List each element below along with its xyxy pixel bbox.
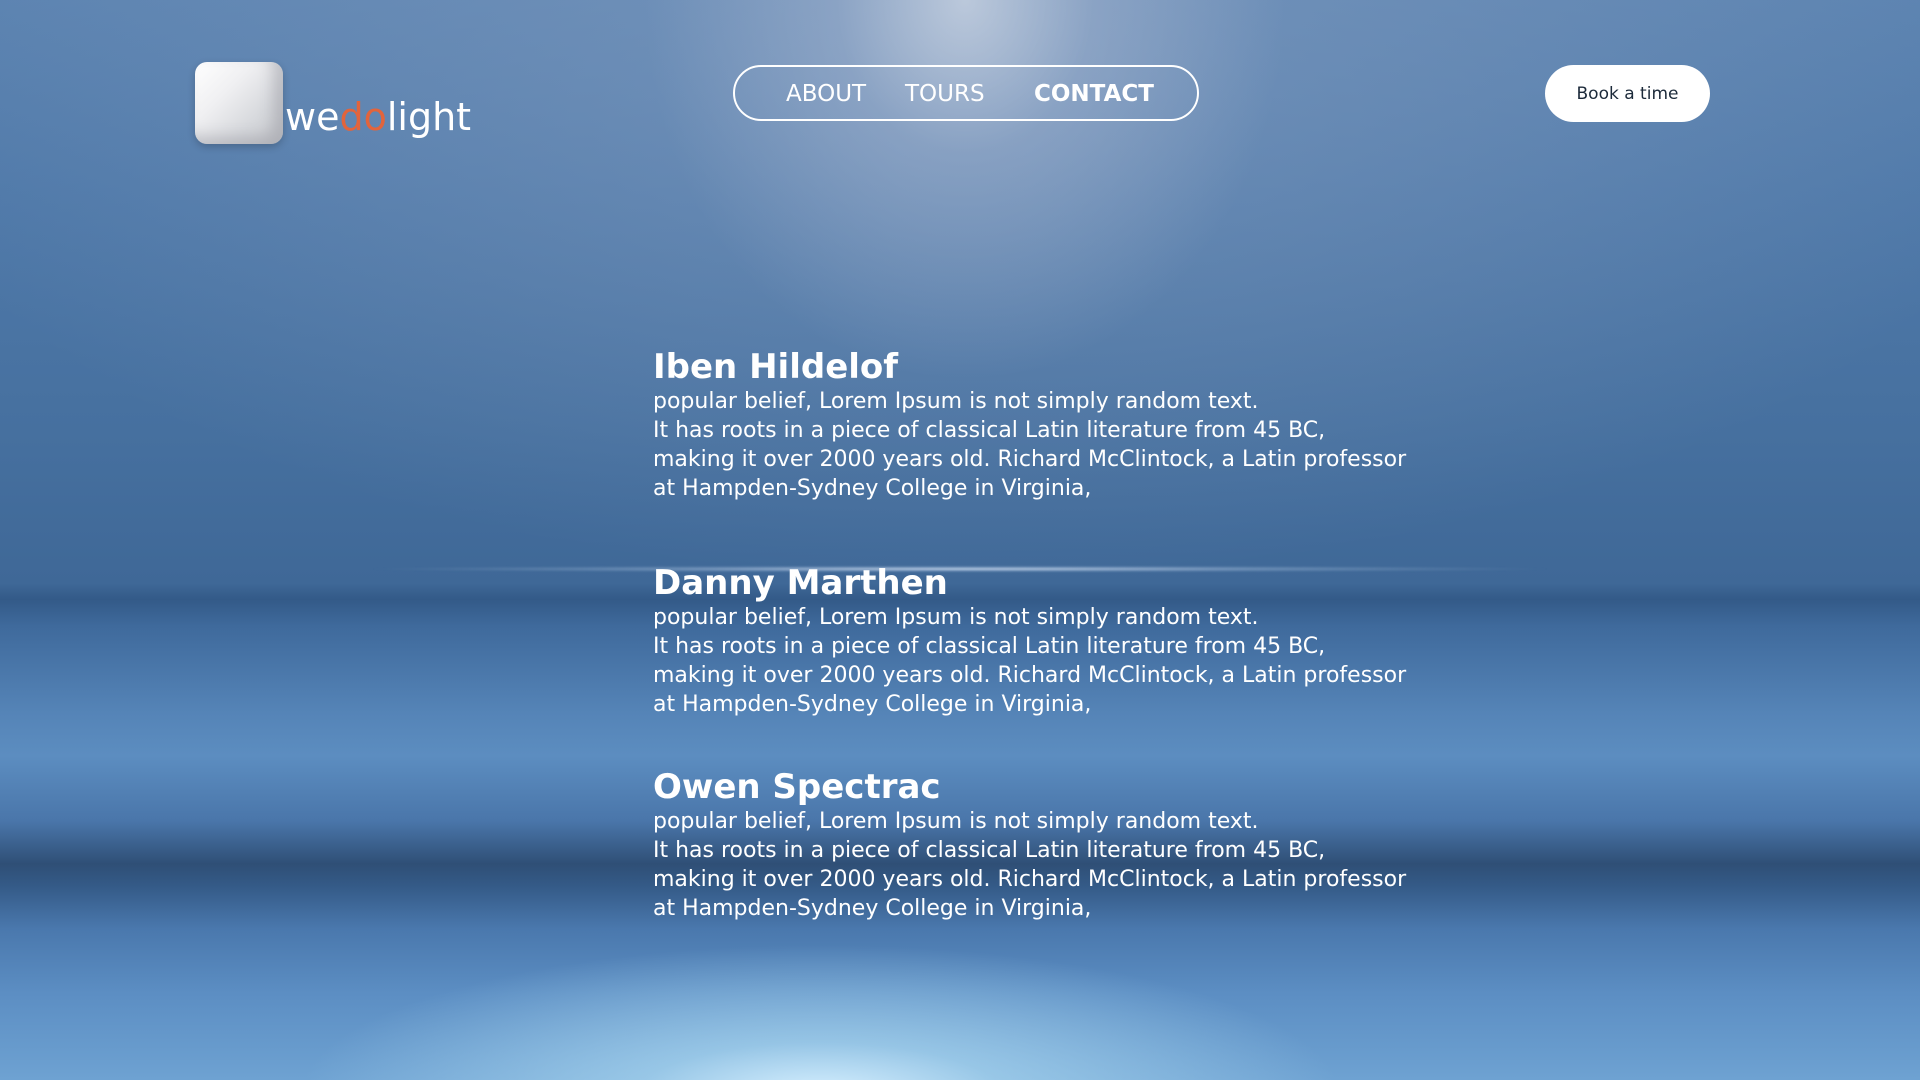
nav-item-contact[interactable]: CONTACT <box>1034 81 1154 107</box>
nav-item-about[interactable]: ABOUT <box>786 81 866 107</box>
cube-logo-icon <box>195 62 283 144</box>
contact-description-line: making it over 2000 years old. Richard M… <box>653 447 1407 472</box>
contact-description-line: It has roots in a piece of classical Lat… <box>653 634 1326 659</box>
contact-description-line: popular belief, Lorem Ipsum is not simpl… <box>653 809 1259 834</box>
main-nav: ABOUT TOURS CONTACT <box>733 65 1199 121</box>
contact-card: Iben Hildelof popular belief, Lorem Ipsu… <box>653 347 1473 503</box>
contact-description-line: at Hampden-Sydney College in Virginia, <box>653 476 1092 501</box>
nav-item-tours[interactable]: TOURS <box>905 81 985 107</box>
contact-description-line: making it over 2000 years old. Richard M… <box>653 663 1407 688</box>
contact-description-line: at Hampden-Sydney College in Virginia, <box>653 896 1092 921</box>
logo-text-we: we <box>285 95 340 139</box>
contact-description-line: popular belief, Lorem Ipsum is not simpl… <box>653 605 1259 630</box>
logo-text-light: light <box>386 95 472 139</box>
contact-description-line: at Hampden-Sydney College in Virginia, <box>653 692 1092 717</box>
logo-wordmark: wedolight <box>285 98 471 136</box>
contact-description-line: making it over 2000 years old. Richard M… <box>653 867 1407 892</box>
contact-name: Owen Spectrac <box>653 767 941 807</box>
contact-description-line: It has roots in a piece of classical Lat… <box>653 418 1326 443</box>
contact-description-line: popular belief, Lorem Ipsum is not simpl… <box>653 389 1259 414</box>
contact-card: Owen Spectrac popular belief, Lorem Ipsu… <box>653 767 1473 923</box>
contact-description-line: It has roots in a piece of classical Lat… <box>653 838 1326 863</box>
logo-text-do: do <box>339 95 387 139</box>
contact-name: Danny Marthen <box>653 563 948 603</box>
logo[interactable]: wedolight <box>195 58 471 144</box>
contact-card: Danny Marthen popular belief, Lorem Ipsu… <box>653 563 1473 719</box>
book-a-time-button[interactable]: Book a time <box>1545 65 1710 122</box>
contact-name: Iben Hildelof <box>653 347 899 387</box>
